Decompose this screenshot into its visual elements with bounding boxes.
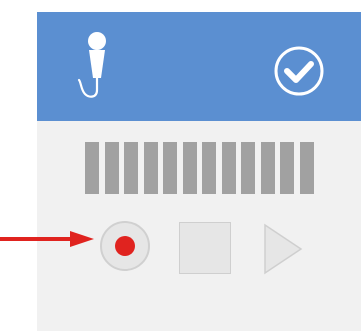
app-window — [0, 0, 361, 331]
stop-button[interactable] — [179, 222, 231, 274]
level-bar — [143, 142, 158, 194]
record-button[interactable] — [100, 221, 150, 271]
level-bar — [85, 142, 99, 194]
level-bar — [260, 142, 275, 194]
level-bar — [202, 142, 217, 194]
checkmark-icon — [284, 61, 314, 83]
confirm-button[interactable] — [273, 45, 325, 97]
level-bar — [241, 142, 256, 194]
audio-level-meter — [85, 142, 314, 194]
level-bar — [299, 142, 314, 194]
recorder-panel — [37, 12, 361, 331]
recorder-header — [37, 12, 361, 121]
play-button[interactable] — [263, 223, 303, 275]
record-icon — [115, 236, 135, 256]
level-bar — [221, 142, 236, 194]
level-bar — [163, 142, 178, 194]
level-bar — [104, 142, 119, 194]
level-bar — [182, 142, 197, 194]
red-arrow-icon — [0, 231, 94, 247]
level-bar — [124, 142, 139, 194]
level-bar — [280, 142, 295, 194]
microphone-icon — [77, 32, 106, 98]
